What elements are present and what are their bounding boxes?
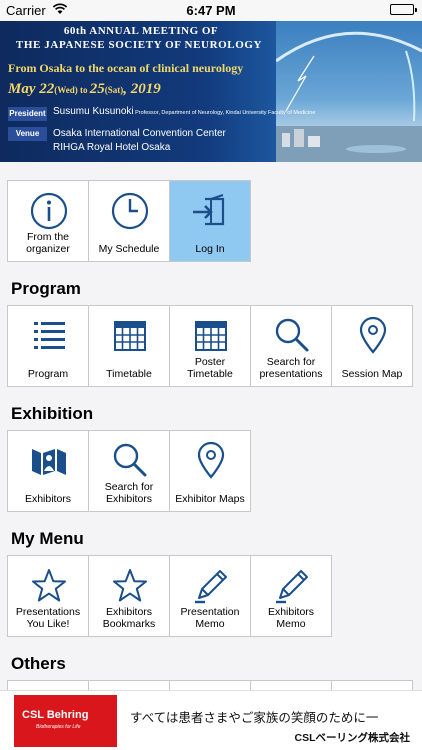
- exhibitors-bookmarks-label: Exhibitors Bookmarks: [102, 606, 156, 630]
- pencil-icon: [276, 570, 308, 604]
- list-icon: [34, 322, 65, 349]
- search-exhibitors-label: Search for Exhibitors: [104, 481, 154, 505]
- info-icon: [30, 192, 68, 230]
- star-icon: [113, 569, 147, 602]
- venue-tag: Venue: [8, 127, 47, 141]
- clock-icon: [111, 192, 149, 230]
- ad-company-name: CSLベーリング株式会社: [294, 732, 411, 744]
- exhibitors-memo-button[interactable]: Exhibitors Memo: [250, 555, 332, 637]
- president-name: Susumu Kusunoki Professor, Department of…: [53, 106, 316, 117]
- calendar-icon: [195, 321, 227, 351]
- session-map-button[interactable]: Session Map: [331, 305, 413, 387]
- map-pin-icon: [197, 441, 225, 479]
- csl-behring-logo: CSL Behring Biotherapies for Life: [14, 695, 117, 747]
- section-title-my-menu: My Menu: [11, 529, 84, 548]
- section-title-program: Program: [11, 279, 81, 298]
- exhibitor-maps-button[interactable]: Exhibitor Maps: [169, 430, 251, 512]
- calendar-icon: [114, 321, 146, 351]
- my-schedule-button[interactable]: My Schedule: [88, 180, 170, 262]
- banner-image: [275, 21, 422, 162]
- presentations-you-like-button[interactable]: Presentations You Like!: [7, 555, 89, 637]
- section-title-others: Others: [11, 654, 66, 673]
- banner-theme: From Osaka to the ocean of clinical neur…: [8, 61, 244, 75]
- from-organizer-button[interactable]: From the organizer: [7, 180, 89, 262]
- ad-banner[interactable]: CSL Behring Biotherapies for Life すべては患者…: [0, 690, 422, 750]
- banner-title-line2: THE JAPANESE SOCIETY OF NEUROLOGY: [15, 39, 263, 51]
- pencil-icon: [195, 570, 227, 604]
- login-icon: [193, 194, 225, 226]
- log-in-button[interactable]: Log In: [169, 180, 251, 262]
- search-icon: [275, 318, 309, 352]
- clock-time: 6:47 PM: [186, 3, 236, 18]
- program-label: Program: [27, 368, 69, 380]
- event-banner[interactable]: 60th ANNUAL MEETING OF THE JAPANESE SOCI…: [0, 21, 422, 162]
- presentation-memo-label: Presentation Memo: [180, 606, 240, 630]
- from-organizer-label: From the organizer: [26, 231, 70, 255]
- exhibitor-maps-label: Exhibitor Maps: [175, 493, 245, 505]
- others-tile[interactable]: [331, 680, 413, 690]
- exhibitors-icon: [32, 449, 66, 475]
- presentations-you-like-label: Presentations You Like!: [15, 606, 81, 630]
- search-exhibitors-button[interactable]: Search for Exhibitors: [88, 430, 170, 512]
- search-presentations-label: Search for presentations: [259, 356, 323, 380]
- others-tile[interactable]: [88, 680, 170, 690]
- status-bar: Carrier 6:47 PM: [0, 0, 422, 21]
- poster-timetable-button[interactable]: Poster Timetable: [169, 305, 251, 387]
- others-tile[interactable]: [250, 680, 332, 690]
- menu-scroll-area[interactable]: From the organizer My Schedule Log In Pr…: [0, 162, 422, 690]
- banner-title-line1: 60th ANNUAL MEETING OF: [63, 25, 219, 37]
- search-presentations-button[interactable]: Search for presentations: [250, 305, 332, 387]
- timetable-label: Timetable: [106, 368, 152, 380]
- my-schedule-label: My Schedule: [98, 243, 160, 255]
- presentation-memo-button[interactable]: Presentation Memo: [169, 555, 251, 637]
- timetable-button[interactable]: Timetable: [88, 305, 170, 387]
- program-button[interactable]: Program: [7, 305, 89, 387]
- star-icon: [32, 569, 66, 602]
- poster-timetable-label: Poster Timetable: [187, 356, 233, 380]
- map-pin-icon: [359, 316, 387, 354]
- others-tile[interactable]: [7, 680, 89, 690]
- ad-slogan: すべては患者さまやご家族の笑顔のために一: [130, 711, 379, 725]
- log-in-label: Log In: [195, 243, 225, 255]
- session-map-label: Session Map: [341, 368, 403, 380]
- exhibitors-memo-label: Exhibitors Memo: [267, 606, 315, 630]
- section-title-exhibition: Exhibition: [11, 404, 94, 423]
- exhibitors-bookmarks-button[interactable]: Exhibitors Bookmarks: [88, 555, 170, 637]
- venue-text: Osaka International Convention Center RIH…: [53, 128, 226, 153]
- exhibitors-button[interactable]: Exhibitors: [7, 430, 89, 512]
- battery-icon: [390, 4, 417, 15]
- banner-date: May 22(Wed) to 25(Sat), 2019: [8, 81, 161, 97]
- exhibitors-label: Exhibitors: [24, 493, 72, 505]
- others-tile[interactable]: [169, 680, 251, 690]
- search-icon: [113, 443, 147, 477]
- president-tag: President: [8, 107, 47, 121]
